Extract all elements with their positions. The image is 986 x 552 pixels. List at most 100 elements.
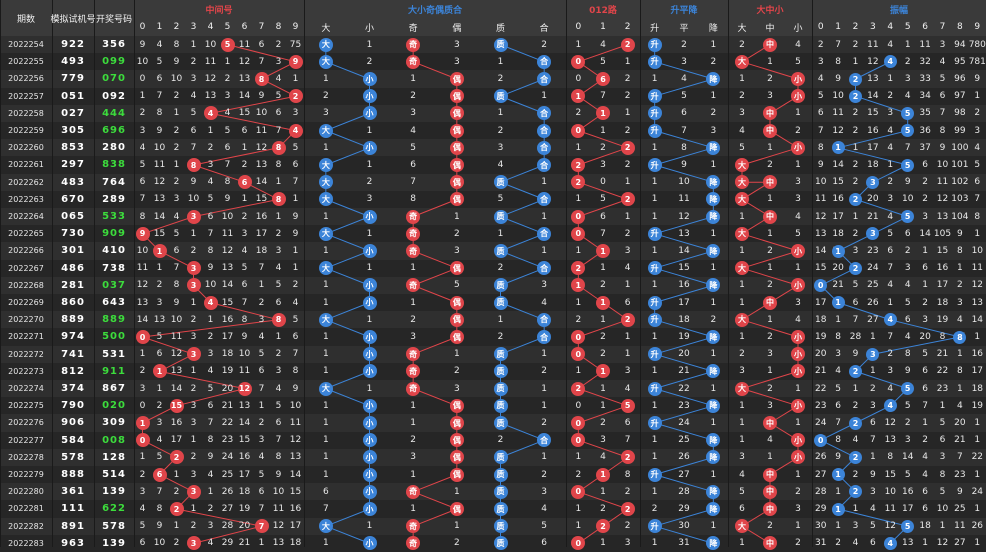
winning-number-cell: 139 [102, 486, 126, 498]
miss-count-cell: 11 [238, 39, 251, 50]
miss-count-cell: 13 [170, 366, 183, 377]
indicator-ball: 奇 [406, 381, 421, 396]
indicator-ball: 中 [763, 123, 777, 138]
miss-count-cell: 2 [497, 331, 504, 342]
miss-count-cell: 29 [678, 503, 690, 514]
indicator-ball: 偶 [449, 175, 464, 190]
amplitude-ball: 2 [849, 89, 862, 103]
indicator-ball: 小 [791, 330, 805, 344]
miss-count-cell: 3 [156, 297, 163, 308]
miss-count-cell: 18 [971, 383, 984, 394]
miss-count-cell: 1 [241, 194, 248, 205]
miss-count-cell: 21 [678, 366, 690, 377]
indicator-ball: 大 [318, 175, 333, 190]
middle-digit-ball: 4 [203, 106, 218, 121]
miss-count-cell: 5 [600, 194, 606, 205]
miss-count-cell: 13 [221, 263, 234, 274]
subheader: 6 [241, 22, 248, 32]
miss-count-cell: 6 [241, 280, 248, 291]
miss-count-cell: 16 [255, 211, 268, 222]
miss-count-cell: 13 [238, 73, 251, 84]
miss-count-cell: 24 [814, 417, 827, 428]
miss-count-cell: 6 [922, 159, 928, 170]
winning-number-cell: 099 [102, 56, 126, 68]
miss-count-cell: 6 [624, 417, 631, 428]
miss-count-cell: 21 [936, 349, 949, 360]
indicator-ball: 偶 [449, 123, 464, 138]
miss-count-cell: 6 [241, 125, 248, 136]
miss-count-cell: 11 [814, 194, 827, 205]
miss-count-cell: 7 [292, 177, 299, 188]
miss-count-cell: 13 [814, 228, 827, 239]
group-header: 振幅 [889, 5, 908, 16]
miss-count-cell: 1 [541, 349, 548, 360]
miss-count-cell: 6 [974, 177, 981, 188]
miss-count-cell: 8 [681, 142, 687, 153]
miss-count-cell: 1 [767, 228, 773, 239]
miss-count-cell: 1 [795, 159, 801, 170]
miss-count-cell: 2 [453, 228, 460, 239]
indicator-ball: 升 [647, 226, 662, 241]
miss-count-cell: 1 [275, 177, 282, 188]
indicator-ball: 质 [493, 37, 508, 52]
miss-count-cell: 29 [221, 538, 234, 549]
miss-count-cell: 2 [190, 314, 197, 325]
miss-count-cell: 4 [739, 469, 745, 480]
miss-count-cell: 3 [974, 125, 981, 136]
miss-count-cell: 13 [884, 435, 897, 446]
miss-count-cell: 7 [156, 91, 163, 102]
miss-count-cell: 25 [678, 435, 690, 446]
miss-count-cell: 2 [410, 435, 417, 446]
amplitude-ball: 5 [901, 519, 915, 533]
amplitude-ball: 0 [814, 433, 828, 447]
miss-count-cell: 12 [936, 194, 949, 205]
miss-count-cell: 1 [651, 280, 658, 291]
miss-count-cell: 7 [139, 194, 146, 205]
miss-count-cell: 5 [974, 159, 981, 170]
miss-count-cell: 1 [624, 349, 631, 360]
indicator-ball: 小 [362, 433, 377, 448]
miss-count-cell: 1 [190, 228, 197, 239]
miss-count-cell: 2 [207, 142, 214, 153]
period-cell: 2022259 [8, 126, 44, 136]
miss-count-cell: 20 [832, 263, 844, 274]
miss-count-cell: 18 [832, 228, 844, 239]
sim-number-cell: 584 [61, 434, 85, 446]
miss-count-cell: 2 [453, 366, 460, 377]
miss-count-cell: 3 [190, 331, 197, 342]
miss-count-cell: 2 [139, 108, 146, 119]
miss-count-cell: 2 [275, 349, 282, 360]
winning-number-cell: 764 [102, 176, 126, 188]
amplitude-ball: 2 [849, 450, 862, 464]
miss-count-cell: 1 [957, 349, 963, 360]
miss-count-cell: 4 [156, 435, 163, 446]
winning-number-cell: 128 [102, 451, 126, 463]
miss-count-cell: 14 [255, 177, 268, 188]
miss-count-cell: 7 [275, 435, 282, 446]
miss-count-cell: 25 [867, 280, 879, 291]
miss-count-cell: 17 [238, 469, 251, 480]
winning-number-cell: 070 [102, 73, 126, 85]
miss-count-cell: 1 [541, 177, 548, 188]
miss-count-cell: 8 [156, 108, 163, 119]
indicator-ball: 合 [537, 123, 552, 138]
subheader: 奇 [408, 23, 418, 34]
miss-count-cell: 1 [497, 228, 504, 239]
miss-count-cell: 28 [849, 331, 862, 342]
miss-count-cell: 1 [541, 245, 548, 256]
indicator-ball: 大 [318, 54, 333, 69]
miss-count-cell: 34 [919, 91, 931, 102]
miss-count-cell: 1 [852, 503, 859, 514]
miss-count-cell: 11 [170, 331, 183, 342]
indicator-ball: 大 [318, 519, 333, 534]
miss-count-cell: 7 [224, 159, 231, 170]
amplitude-ball: 2 [849, 192, 862, 206]
group-header: 大中小 [756, 5, 784, 16]
period-cell: 2022260 [8, 143, 44, 153]
miss-count-cell: 20 [919, 331, 931, 342]
amplitude-ball: 0 [814, 278, 828, 292]
miss-count-cell: 9 [904, 366, 911, 377]
indicator-ball: 小 [362, 89, 377, 104]
miss-count-cell: 3 [957, 297, 963, 308]
miss-count-cell: 0 [575, 73, 582, 84]
